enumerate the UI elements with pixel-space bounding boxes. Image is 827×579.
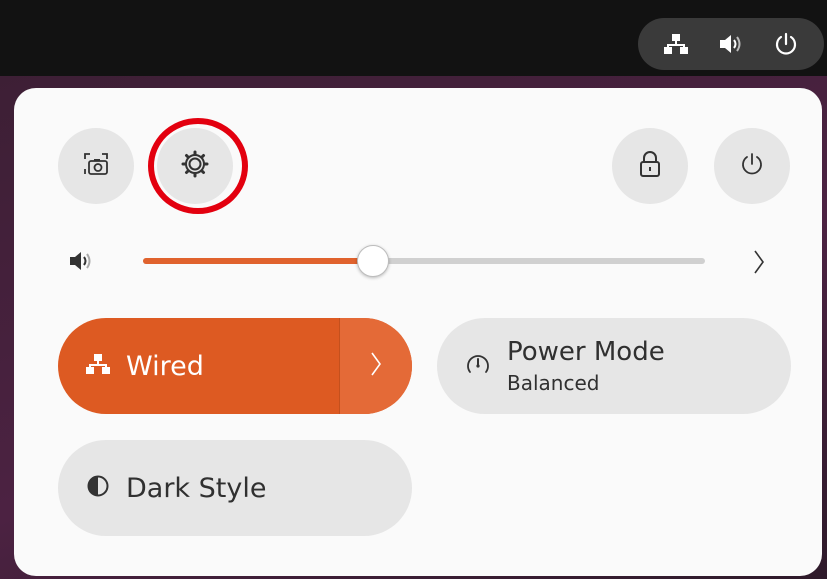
volume-row: [58, 240, 778, 284]
chevron-right-icon[interactable]: [752, 248, 766, 280]
lock-button[interactable]: [612, 128, 688, 204]
screenshot-icon: [83, 151, 109, 181]
volume-slider-fill: [143, 258, 373, 264]
power-icon: [740, 152, 764, 180]
wired-label: Wired: [126, 350, 204, 382]
volume-icon: [68, 250, 94, 276]
lock-icon: [638, 150, 662, 182]
network-wired-icon: [658, 26, 694, 62]
chevron-right-icon: [369, 350, 383, 382]
top-bar: [0, 0, 827, 76]
volume-slider-handle[interactable]: [357, 245, 389, 277]
dark-style-tile[interactable]: Dark Style: [58, 440, 412, 536]
wired-network-tile[interactable]: Wired: [58, 318, 412, 414]
power-mode-icon: [465, 351, 491, 381]
dark-style-icon: [86, 474, 110, 502]
dark-style-label: Dark Style: [126, 472, 267, 504]
highlight-annotation-ring: [148, 118, 248, 214]
power-off-button[interactable]: [714, 128, 790, 204]
wired-expand-button[interactable]: [339, 318, 412, 414]
system-tray[interactable]: [638, 18, 824, 70]
power-icon: [768, 26, 804, 62]
power-mode-value: Balanced: [507, 371, 600, 395]
network-wired-icon: [86, 353, 110, 379]
screenshot-button[interactable]: [58, 128, 134, 204]
power-mode-title: Power Mode: [507, 337, 665, 367]
volume-slider[interactable]: [143, 245, 705, 277]
wired-toggle[interactable]: Wired: [58, 318, 339, 414]
volume-icon: [713, 26, 749, 62]
power-mode-tile[interactable]: Power Mode Balanced: [437, 318, 791, 414]
